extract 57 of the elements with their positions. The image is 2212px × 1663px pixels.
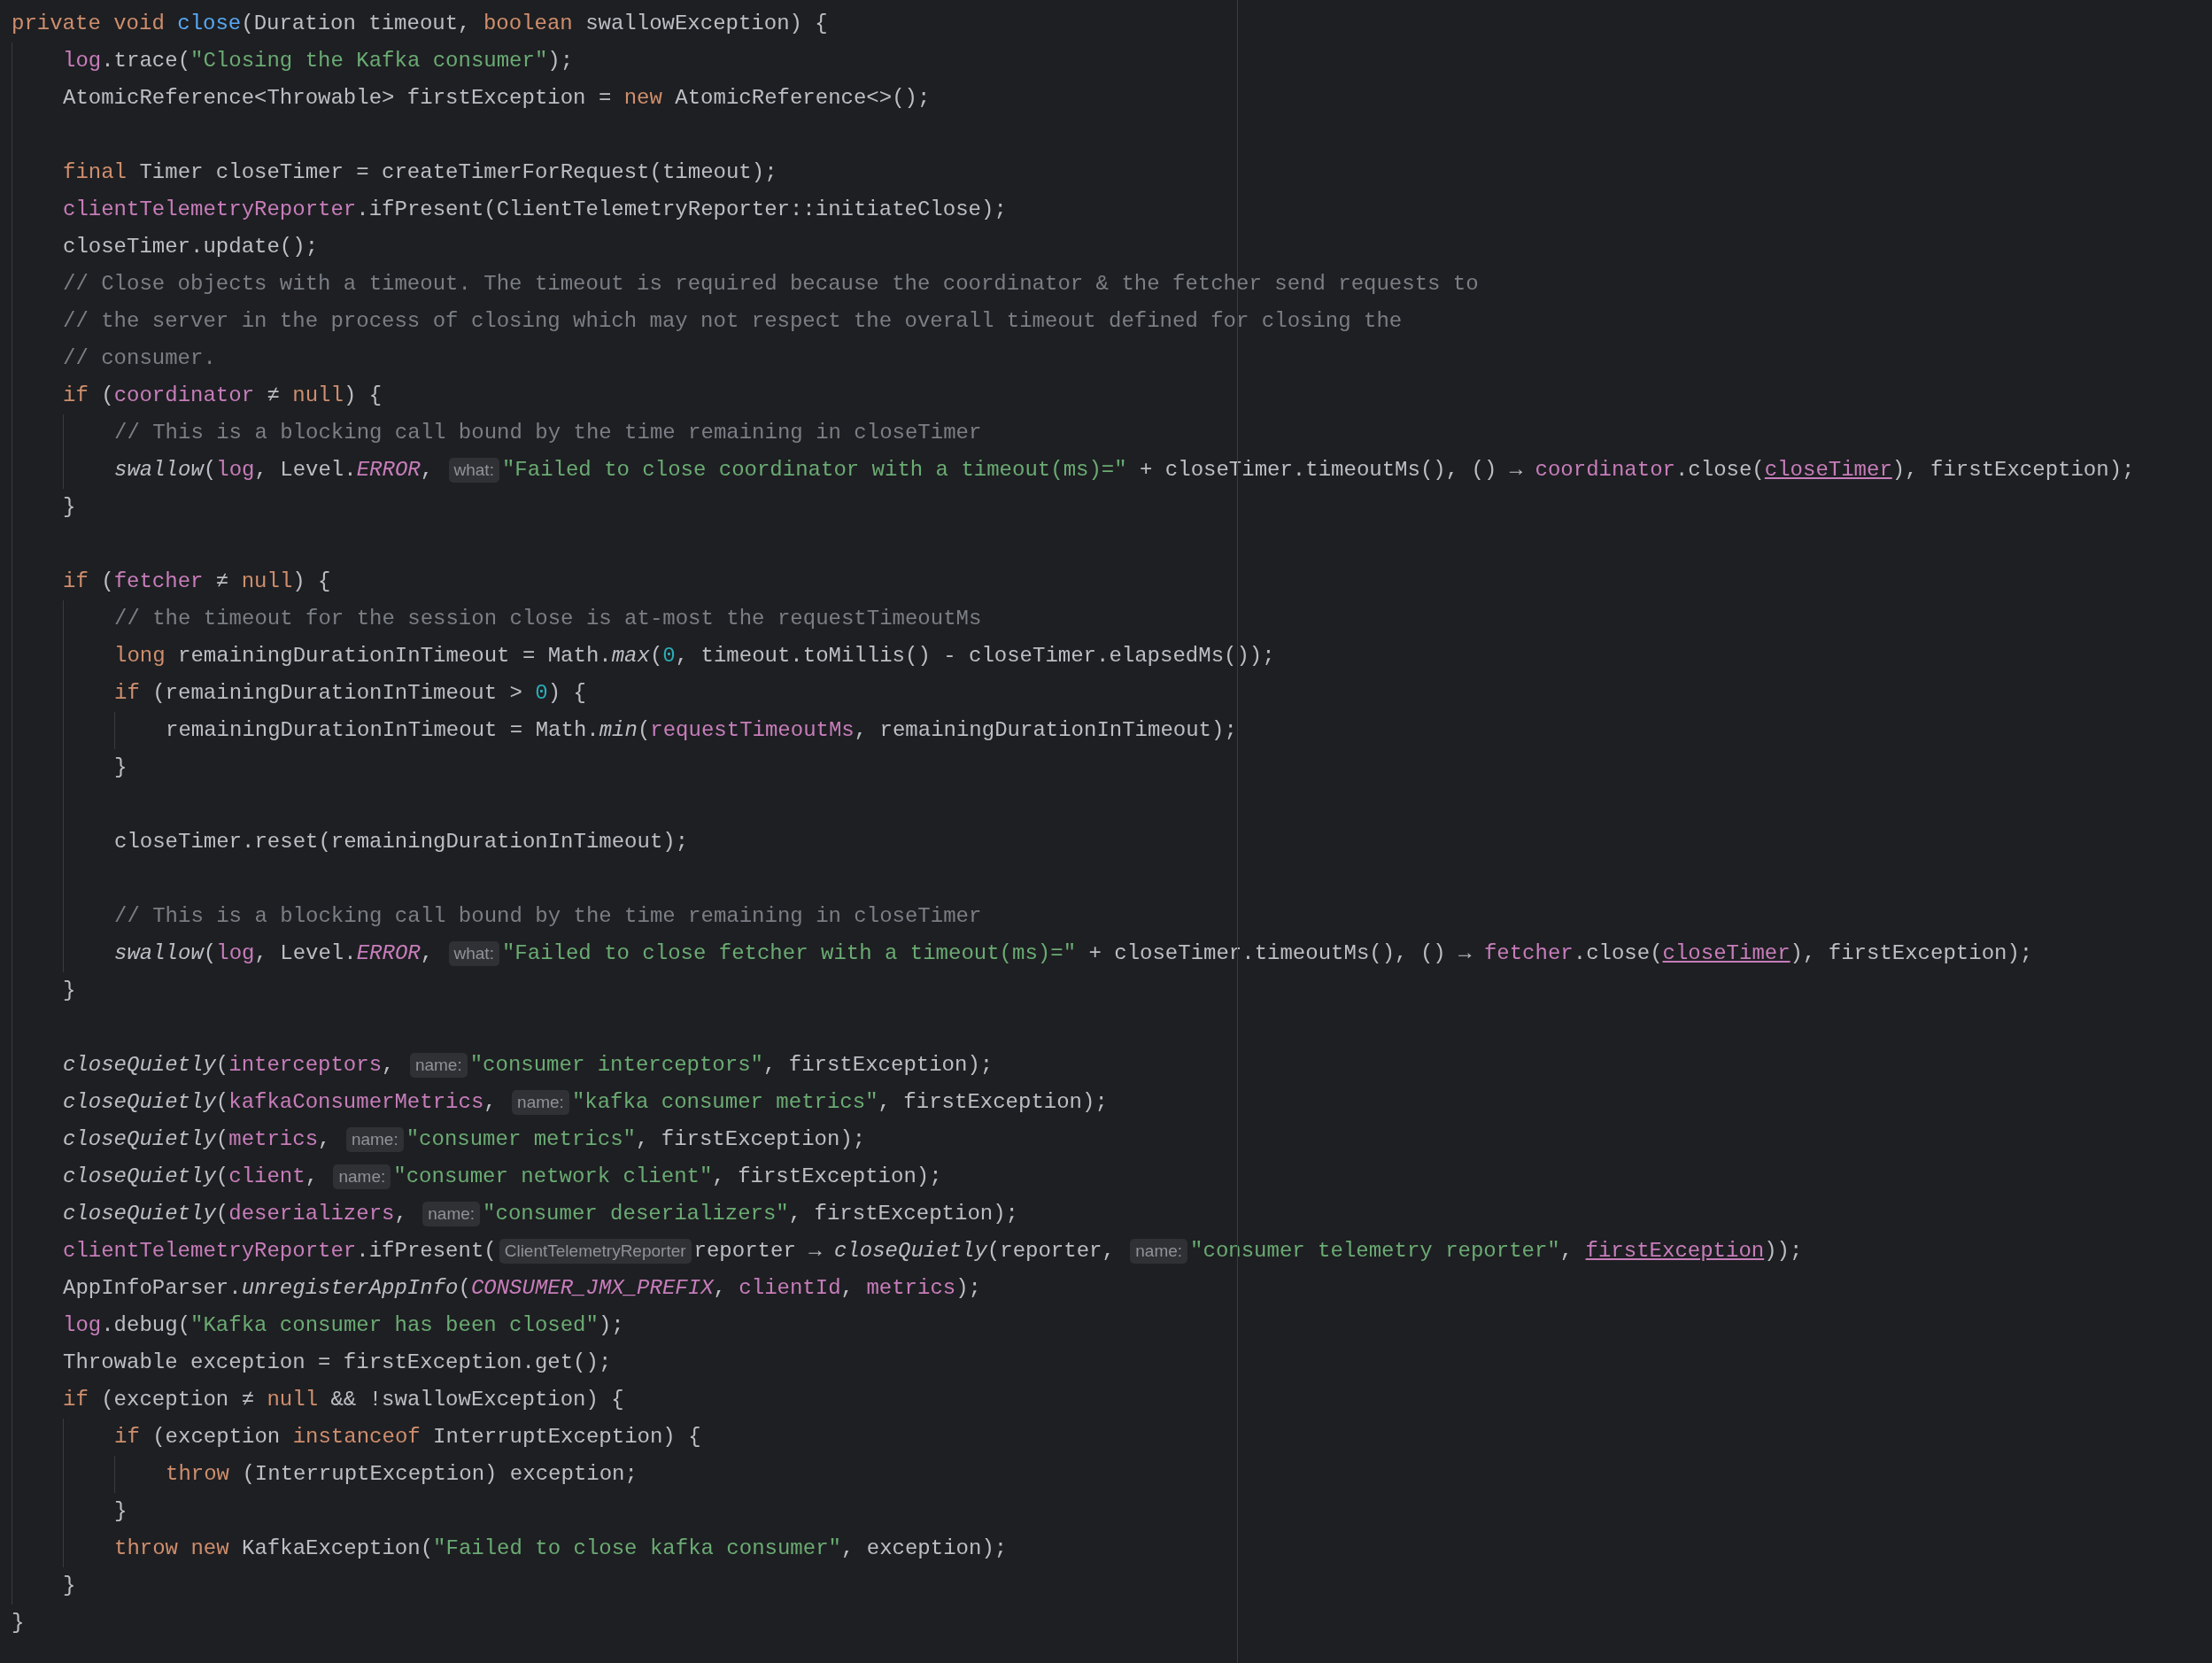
- code-comment: // Close objects with a timeout. The timeout is required because the coordinator & the fetcher send requests to: [63, 271, 1479, 298]
- code-text: }: [12, 1610, 25, 1636]
- code-text: "Failed to close coordinator with a timeout(ms)=" + closeTimer.timeoutMs(), () → coordinator.close(closeTimer), firstException);: [501, 457, 2135, 483]
- code-text: }: [114, 754, 128, 781]
- code-comment: // the timeout for the session close is at-most the requestTimeoutMs: [114, 606, 982, 632]
- code-text: final Timer closeTimer = createTimerForRequest(timeout);: [63, 159, 777, 186]
- code-text: closeQuietly(interceptors,: [63, 1052, 396, 1079]
- inlay-hint: name:: [1130, 1239, 1188, 1264]
- code-text: Throwable exception = firstException.get();: [63, 1350, 612, 1376]
- code-text: AtomicReference<Throwable> firstException = new AtomicReference<>();: [63, 85, 931, 112]
- code-text: closeQuietly(deserializers,: [63, 1201, 408, 1227]
- inlay-hint: what:: [448, 941, 499, 966]
- code-text: long remainingDurationInTimeout = Math.max(0, timeout.toMillis() - closeTimer.elapsedMs());: [114, 643, 1275, 669]
- code-text: "consumer network client", firstException);: [393, 1164, 942, 1190]
- code-text: }: [63, 1573, 76, 1599]
- code-text: closeQuietly(client,: [63, 1164, 320, 1190]
- inlay-hint: ClientTelemetryReporter: [499, 1239, 692, 1264]
- code-text: if (exception instanceof InterruptException) {: [114, 1424, 701, 1450]
- inlay-hint: name:: [512, 1090, 569, 1115]
- code-text: "Failed to close fetcher with a timeout(ms)=" + closeTimer.timeoutMs(), () → fetcher.close(closeTimer), firstException);: [501, 940, 2033, 967]
- code-text: }: [114, 1498, 128, 1525]
- code-comment: // This is a blocking call bound by the time remaining in closeTimer: [114, 903, 982, 930]
- code-text: AppInfoParser.unregisterAppInfo(CONSUMER_JMX_PREFIX, clientId, metrics);: [63, 1275, 982, 1302]
- code-text: throw new KafkaException("Failed to close kafka consumer", exception);: [114, 1535, 1008, 1562]
- code-text: closeTimer.reset(remainingDurationInTimeout);: [114, 829, 689, 855]
- code-text: if (exception ≠ null && !swallowException) {: [63, 1387, 624, 1413]
- inlay-hint: what:: [448, 458, 499, 483]
- code-text: }: [63, 978, 76, 1004]
- code-text: closeQuietly(metrics,: [63, 1126, 332, 1153]
- code-comment: // the server in the process of closing which may not respect the overall timeout defined for closing the: [63, 308, 1403, 335]
- code-text: clientTelemetryReporter.ifPresent(ClientTelemetryReporter::initiateClose);: [63, 197, 1007, 223]
- inlay-hint: name:: [409, 1053, 468, 1078]
- code-text: clientTelemetryReporter.ifPresent(: [63, 1238, 497, 1265]
- code-text: "consumer deserializers", firstException);: [483, 1201, 1018, 1227]
- code-text: swallow(log, Level.ERROR,: [114, 457, 435, 483]
- code-text: "consumer telemetry reporter", firstException));: [1190, 1238, 1803, 1265]
- code-text: remainingDurationInTimeout = Math.min(requestTimeoutMs, remainingDurationInTimeout);: [166, 717, 1237, 744]
- code-text: "kafka consumer metrics", firstException);: [571, 1089, 1108, 1116]
- code-text: log.trace("Closing the Kafka consumer");: [63, 48, 574, 74]
- code-text: throw (InterruptException) exception;: [166, 1461, 638, 1488]
- code-text: "consumer metrics", firstException);: [406, 1126, 866, 1153]
- code-text: swallow(log, Level.ERROR,: [114, 940, 435, 967]
- inlay-hint: name:: [422, 1202, 481, 1226]
- code-text: if (fetcher ≠ null) {: [63, 569, 331, 595]
- code-text: if (remainingDurationInTimeout > 0) {: [114, 680, 586, 707]
- code-text: log.debug("Kafka consumer has been closed");: [63, 1312, 624, 1339]
- code-text: private void close(Duration timeout, boolean swallowException) {: [12, 11, 828, 37]
- inlay-hint: name:: [345, 1127, 404, 1152]
- inlay-hint: name:: [333, 1164, 391, 1189]
- code-comment: // consumer.: [63, 345, 216, 372]
- code-text: closeQuietly(kafkaConsumerMetrics,: [63, 1089, 498, 1116]
- code-text: "consumer interceptors", firstException);: [469, 1052, 994, 1079]
- code-text: if (coordinator ≠ null) {: [63, 383, 383, 409]
- code-text: closeTimer.update();: [63, 234, 319, 260]
- code-comment: // This is a blocking call bound by the time remaining in closeTimer: [114, 420, 982, 446]
- code-text: }: [63, 494, 76, 521]
- code-text: reporter → closeQuietly(reporter,: [693, 1238, 1116, 1265]
